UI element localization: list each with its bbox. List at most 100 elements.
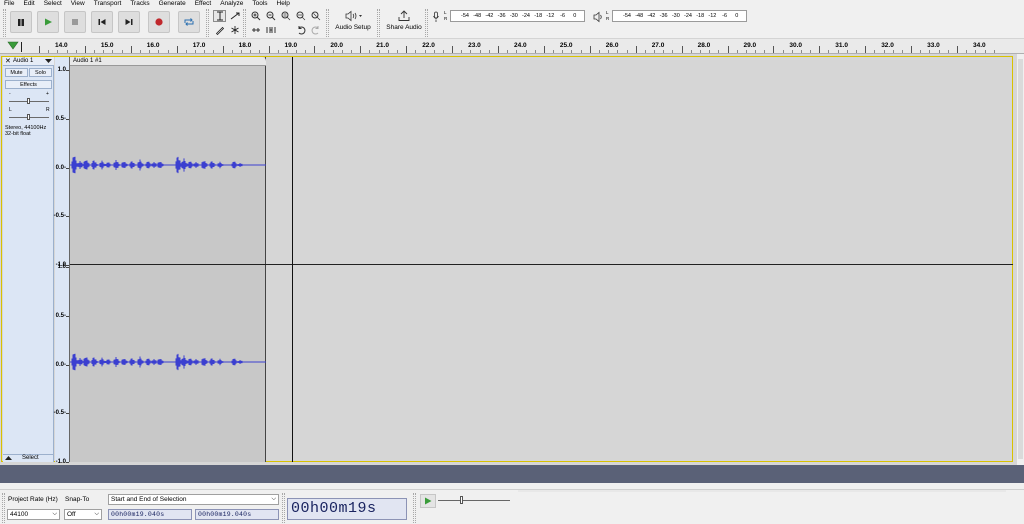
amplitude-tick xyxy=(66,413,69,415)
track-name[interactable]: Audio 1 xyxy=(13,57,33,66)
menu-tools[interactable]: Tools xyxy=(252,0,267,7)
ruler-major-tick xyxy=(865,46,867,53)
playback-speed-thumb[interactable] xyxy=(460,496,463,504)
toolbar-grip[interactable] xyxy=(2,493,5,523)
pan-slider-thumb[interactable] xyxy=(27,114,30,120)
audio-position-display[interactable]: 00h00m19s xyxy=(287,498,407,520)
timeline-ruler[interactable]: 14.0 15.0 16.0 17.0 18.0 19.0 20.0 21.0 22.0 23.0… xyxy=(0,39,1024,54)
select-track-button[interactable]: Select xyxy=(22,455,39,462)
amplitude-scale[interactable]: 1.0 0.5- 0.0- -0.5- -1.0 1.0 0.5- 0.0- -0.5- -1.0 xyxy=(54,57,70,465)
toolbar-grip[interactable] xyxy=(206,9,209,37)
ruler-minor-tick xyxy=(57,50,59,53)
effects-button[interactable]: Effects xyxy=(5,80,52,89)
ruler-origin-marker xyxy=(21,42,22,52)
selection-tool[interactable] xyxy=(213,10,226,22)
snap-to-select[interactable]: Off ⌵ xyxy=(64,509,102,520)
zoom-out-button[interactable] xyxy=(264,10,277,22)
redo-button[interactable] xyxy=(309,24,322,36)
project-rate-select[interactable]: 44100 ⌵ xyxy=(7,509,60,520)
track-control-panel[interactable]: ✕ Audio 1 Mute Solo Effects - + L R Ster… xyxy=(3,57,54,462)
toolbar-grip[interactable] xyxy=(413,493,416,523)
playback-level-meter[interactable]: -54 -48 -42 -36 -30 -24 -18 -12 -6 0 xyxy=(612,10,747,22)
zoom-fit-selection-icon xyxy=(281,11,290,21)
menu-file[interactable]: File xyxy=(4,0,14,7)
trim-icon xyxy=(251,28,260,32)
selection-start-time[interactable]: 00h00m19.040s xyxy=(108,509,192,520)
toolbar-grip[interactable] xyxy=(243,9,246,37)
menu-tracks[interactable]: Tracks xyxy=(130,0,149,7)
menu-generate[interactable]: Generate xyxy=(159,0,186,7)
gain-slider-thumb[interactable] xyxy=(27,98,30,104)
chevron-down-icon: ⌵ xyxy=(52,511,57,517)
zoom-toggle-button[interactable] xyxy=(309,10,322,22)
collapse-track-icon[interactable] xyxy=(5,456,12,461)
playback-speed-slider[interactable] xyxy=(438,500,510,501)
pause-button[interactable] xyxy=(10,11,32,33)
toolbar-grip[interactable] xyxy=(282,493,285,523)
ruler-major-tick xyxy=(452,46,454,53)
zoom-in-button[interactable] xyxy=(249,10,262,22)
trim-audio-button[interactable] xyxy=(249,24,262,36)
toolbar-grip[interactable] xyxy=(3,9,6,37)
mute-button[interactable]: Mute xyxy=(5,68,28,77)
speaker-icon[interactable] xyxy=(593,11,603,23)
toolbar-grip[interactable] xyxy=(326,9,329,37)
ruler-major-tick xyxy=(130,46,132,53)
record-button[interactable] xyxy=(148,11,170,33)
silence-audio-button[interactable] xyxy=(264,24,277,36)
audio-clip[interactable]: Audio 1 #1 xyxy=(70,57,266,462)
ruler-minor-tick xyxy=(782,50,784,53)
vertical-scrollbar[interactable] xyxy=(1017,54,1024,465)
share-audio-button[interactable]: Share Audio xyxy=(384,9,424,37)
menu-help[interactable]: Help xyxy=(277,0,290,7)
toolbar-grip[interactable] xyxy=(425,9,428,37)
skip-to-end-button[interactable] xyxy=(118,11,140,33)
undo-button[interactable] xyxy=(294,24,307,36)
ruler-minor-tick xyxy=(112,50,114,53)
ruler-minor-tick xyxy=(553,50,555,53)
multi-tool[interactable] xyxy=(228,24,241,36)
skip-to-start-button[interactable] xyxy=(91,11,113,33)
menu-analyze[interactable]: Analyze xyxy=(220,0,243,7)
play-meter-channel-r: R xyxy=(606,16,610,21)
envelope-tool[interactable] xyxy=(228,10,241,22)
ruler-minor-tick xyxy=(415,50,417,53)
loop-button[interactable] xyxy=(178,11,200,33)
amplitude-tick xyxy=(66,70,69,71)
menu-transport[interactable]: Transport xyxy=(94,0,122,7)
selection-end-time[interactable]: 00h00m19.040s xyxy=(195,509,279,520)
toolbar-grip[interactable] xyxy=(377,9,380,37)
vertical-scroll-thumb[interactable] xyxy=(1018,59,1023,459)
fit-project-button[interactable] xyxy=(294,10,307,22)
solo-button[interactable]: Solo xyxy=(29,68,52,77)
menu-effect[interactable]: Effect xyxy=(195,0,212,7)
microphone-icon[interactable] xyxy=(432,11,440,23)
play-button[interactable] xyxy=(37,11,59,33)
meter-tick-label: -18 xyxy=(534,13,543,19)
menu-select[interactable]: Select xyxy=(44,0,62,7)
draw-tool[interactable] xyxy=(213,24,226,36)
record-level-meter[interactable]: -54 -48 -42 -36 -30 -24 -18 -12 -6 0 xyxy=(450,10,585,22)
ruler-tick-label: 20.0 xyxy=(330,42,344,49)
pin-play-head-icon[interactable] xyxy=(7,41,19,51)
ruler-minor-tick xyxy=(984,50,986,53)
track-area[interactable]: ✕ Audio 1 Mute Solo Effects - + L R Ster… xyxy=(0,54,1017,465)
ruler-minor-tick xyxy=(75,50,77,53)
menu-view[interactable]: View xyxy=(71,0,85,7)
horizontal-scroll-area[interactable] xyxy=(0,465,1024,483)
ruler-tick-label: 23.0 xyxy=(468,42,481,49)
share-audio-label: Share Audio xyxy=(386,24,422,31)
ruler-minor-tick xyxy=(709,50,711,53)
selection-mode-select[interactable]: Start and End of Selection ⌵ xyxy=(108,494,279,505)
audio-setup-button[interactable]: Audio Setup xyxy=(333,9,373,37)
stop-button[interactable] xyxy=(64,11,86,33)
close-track-icon[interactable]: ✕ xyxy=(5,57,11,66)
ruler-minor-tick xyxy=(975,50,977,53)
play-at-speed-button[interactable] xyxy=(420,494,436,508)
fit-selection-button[interactable] xyxy=(279,10,292,22)
ruler-tick-label: 15.0 xyxy=(100,42,114,49)
amplitude-tick xyxy=(66,167,69,169)
track-menu-dropdown-icon[interactable] xyxy=(45,59,52,64)
menu-edit[interactable]: Edit xyxy=(23,0,34,7)
ruler-minor-tick xyxy=(736,50,738,53)
